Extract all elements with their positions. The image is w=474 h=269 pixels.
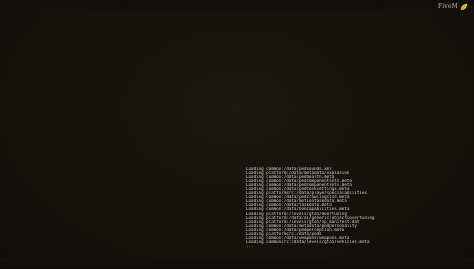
logo-text: FiveM	[437, 2, 458, 10]
bottom-bar	[0, 259, 474, 269]
fivem-logo: FiveM	[438, 2, 468, 11]
top-bar: FiveM	[0, 0, 474, 12]
log-line: ...	[246, 243, 254, 248]
loading-log: Loading common:/data/pedsounds.xml Loadin…	[246, 167, 470, 248]
loading-screen: FiveM Loading common:/data/pedsounds.xml…	[0, 0, 474, 269]
leaf-icon	[460, 3, 468, 10]
